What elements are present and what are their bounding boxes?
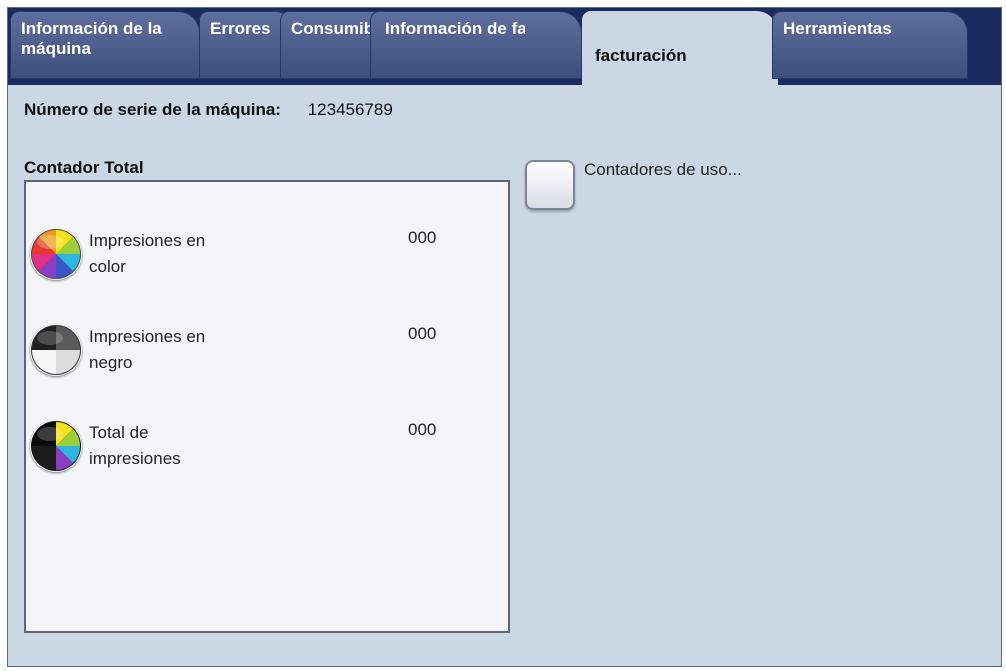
- counter-label: Impresiones en negro: [89, 327, 206, 372]
- tab-billing-info-back[interactable]: Información de facturación: [370, 11, 582, 79]
- tab-label: Herramientas: [783, 19, 892, 38]
- tab-label-active: facturación: [595, 46, 687, 65]
- total-impressions-icon: [30, 420, 82, 472]
- color-impressions-icon: [30, 228, 82, 280]
- serial-number-value: 123456789: [307, 100, 393, 119]
- tab-label: Información de la máquina: [21, 19, 162, 58]
- tab-billing-info[interactable]: facturación: [582, 11, 778, 85]
- tab-label: Información de facturación: [385, 19, 525, 38]
- billing-screen: Información de la máquina Errores Consum…: [7, 7, 1002, 667]
- serial-number-label: Número de serie de la máquina:: [24, 100, 281, 119]
- tab-label: Errores: [210, 19, 271, 38]
- counter-row-total: Total de impresiones 000: [30, 420, 500, 480]
- counter-value: 000: [408, 228, 437, 247]
- usage-counters-button[interactable]: [525, 160, 575, 210]
- black-impressions-icon: [30, 324, 82, 376]
- total-counter-panel: Impresiones en color 000 Impresiones en …: [24, 180, 510, 633]
- counter-row-color: Impresiones en color 000: [30, 228, 500, 288]
- counter-label: Impresiones en color: [89, 231, 206, 276]
- counter-value: 000: [408, 324, 437, 343]
- tab-machine-info[interactable]: Información de la máquina: [10, 11, 200, 79]
- counter-row-black: Impresiones en negro 000: [30, 324, 500, 384]
- tab-bar: Información de la máquina Errores Consum…: [8, 8, 1001, 85]
- counter-value: 000: [408, 420, 437, 439]
- tab-tools[interactable]: Herramientas: [772, 11, 968, 79]
- total-counter-title: Contador Total: [24, 158, 144, 177]
- counter-label: Total de impresiones: [89, 423, 181, 468]
- usage-counters-label[interactable]: Contadores de uso...: [584, 160, 742, 180]
- serial-number-row: Número de serie de la máquina: 123456789: [24, 100, 393, 120]
